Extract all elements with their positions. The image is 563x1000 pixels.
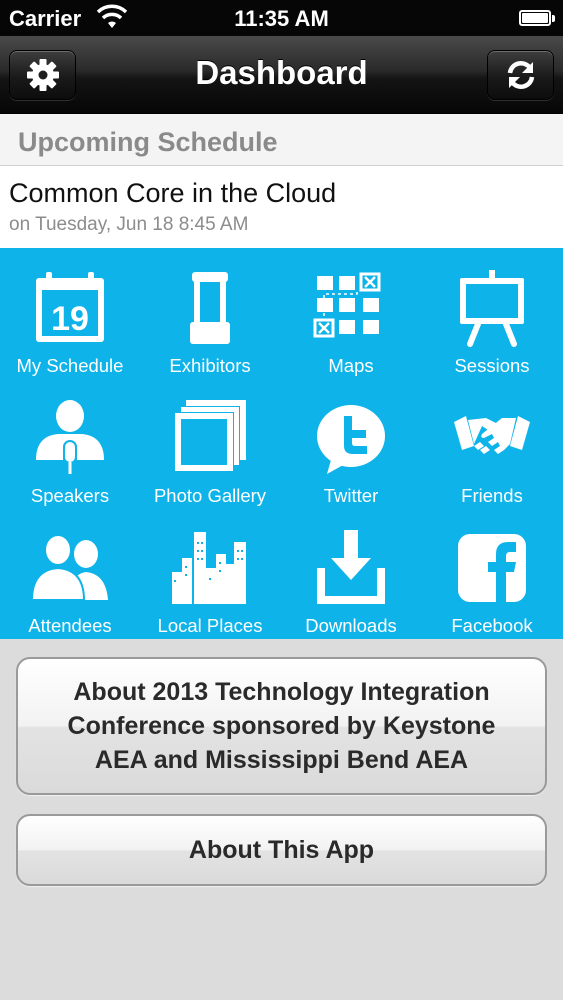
tile-twitter[interactable]: Twitter <box>281 388 421 518</box>
upcoming-event-title[interactable]: Common Core in the Cloud <box>9 178 336 209</box>
about-app-button[interactable]: About This App <box>16 814 547 886</box>
attendees-icon <box>30 534 108 601</box>
tile-label: Downloads <box>305 615 397 636</box>
facebook-icon <box>458 534 526 602</box>
photo-gallery-icon <box>174 400 246 472</box>
tile-friends[interactable]: Friends <box>422 388 562 518</box>
nav-bar: Dashboard <box>0 36 563 114</box>
status-bar: Carrier 11:35 AM <box>0 0 563 36</box>
easel-icon <box>460 270 524 347</box>
section-title: Upcoming Schedule <box>18 127 278 157</box>
tile-downloads[interactable]: Downloads <box>281 518 421 648</box>
tile-label: Facebook <box>451 615 533 636</box>
tile-facebook[interactable]: Facebook <box>422 518 562 648</box>
refresh-button[interactable] <box>487 50 554 100</box>
tile-label: Speakers <box>30 485 110 506</box>
handshake-icon <box>454 416 530 454</box>
tile-photo-gallery[interactable]: Photo Gallery <box>140 388 280 518</box>
tile-sessions[interactable]: Sessions <box>422 258 562 388</box>
twitter-icon <box>317 405 385 474</box>
tile-attendees[interactable]: Attendees <box>0 518 140 648</box>
svg-text:19: 19 <box>51 300 89 338</box>
map-grid-icon <box>313 272 381 338</box>
battery-tip <box>552 15 555 22</box>
about-conference-button[interactable]: About 2013 Technology Integration Confer… <box>16 657 547 795</box>
speaker-icon <box>36 400 104 474</box>
calendar-icon: 19 <box>36 272 104 342</box>
tile-label: My Schedule <box>16 355 124 376</box>
tile-label: Friends <box>461 485 523 506</box>
page-title: Dashboard <box>195 54 368 91</box>
tile-label: Exhibitors <box>169 355 251 376</box>
tile-label: Local Places <box>157 615 263 636</box>
tile-my-schedule[interactable]: 19 My Schedule <box>0 258 140 388</box>
tile-label: Maps <box>328 355 374 376</box>
tile-label: Photo Gallery <box>153 485 267 506</box>
battery-icon <box>519 10 551 26</box>
upcoming-event-date: on Tuesday, Jun 18 8:45 AM <box>9 214 249 235</box>
tile-exhibitors[interactable]: Exhibitors <box>140 258 280 388</box>
tile-local-places[interactable]: Local Places <box>140 518 280 648</box>
dashboard-grid: 19 My Schedule Exhibitors Maps Sessions … <box>0 248 563 639</box>
tile-maps[interactable]: Maps <box>281 258 421 388</box>
tile-label: Sessions <box>454 355 530 376</box>
exhibitor-booth-icon <box>190 272 230 344</box>
tile-speakers[interactable]: Speakers <box>0 388 140 518</box>
tile-label: Twitter <box>323 485 379 506</box>
status-time: 11:35 AM <box>234 6 329 31</box>
download-icon <box>317 530 385 604</box>
city-skyline-icon <box>172 532 246 604</box>
tile-label: Attendees <box>28 615 112 636</box>
refresh-icon <box>507 60 534 90</box>
upcoming-schedule-header: Upcoming Schedule <box>0 114 563 166</box>
upcoming-schedule: Upcoming Schedule Common Core in the Clo… <box>0 114 563 248</box>
